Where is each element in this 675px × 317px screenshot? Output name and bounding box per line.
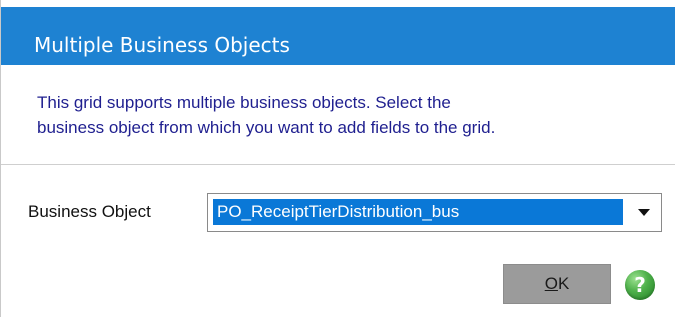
ok-button[interactable]: OK bbox=[503, 264, 611, 304]
dialog-title: Multiple Business Objects bbox=[34, 33, 290, 57]
ok-button-mnemonic: O bbox=[544, 274, 558, 293]
help-icon[interactable]: ? bbox=[625, 270, 655, 300]
dialog-title-bar: Multiple Business Objects bbox=[1, 7, 675, 65]
business-object-select[interactable]: PO_ReceiptTierDistribution_bus bbox=[207, 193, 662, 232]
instructions-text: This grid supports multiple business obj… bbox=[37, 90, 657, 140]
instructions-line-1: This grid supports multiple business obj… bbox=[37, 93, 451, 112]
ok-button-label-rest: K bbox=[557, 274, 570, 293]
instructions-line-2: business object from which you want to a… bbox=[37, 118, 496, 137]
multiple-business-objects-dialog: Multiple Business Objects This grid supp… bbox=[0, 0, 675, 317]
chevron-down-icon[interactable] bbox=[638, 209, 650, 216]
business-object-selected-value[interactable]: PO_ReceiptTierDistribution_bus bbox=[213, 199, 623, 225]
section-divider bbox=[1, 164, 675, 165]
business-object-label: Business Object bbox=[28, 202, 151, 221]
